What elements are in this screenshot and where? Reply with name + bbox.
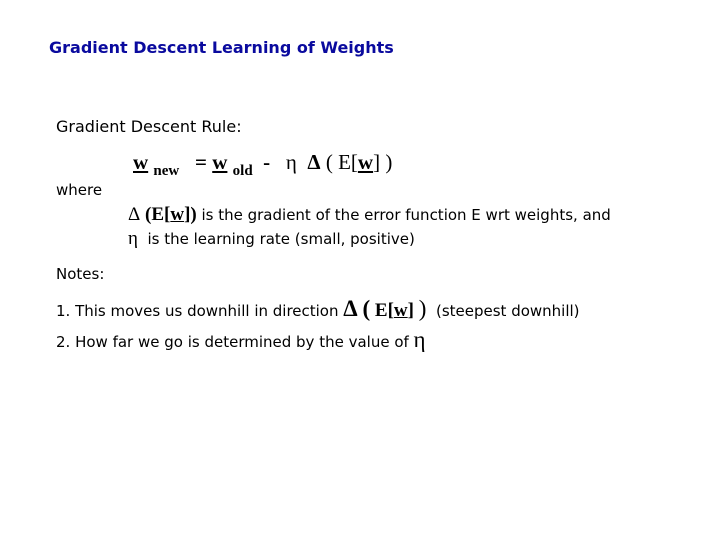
delta-symbol: Δ: [307, 150, 321, 174]
error-function-close: ]: [407, 300, 414, 321]
definition-text: is the gradient of the error function E …: [196, 206, 611, 224]
eta-symbol: η: [128, 228, 138, 249]
w-new-variable: w: [133, 150, 149, 174]
w-inner-variable: w: [357, 150, 374, 174]
where-label: where: [56, 181, 103, 199]
note-suffix: (steepest downhill): [426, 302, 580, 320]
expr-close: ]): [184, 204, 197, 225]
equals-sign: =: [195, 150, 207, 174]
w-old-subscript: old: [232, 163, 253, 179]
eta-symbol: η: [285, 150, 297, 174]
eta-symbol: η: [413, 327, 426, 352]
error-function-open: E[: [338, 150, 358, 174]
rule-heading: Gradient Descent Rule:: [56, 117, 242, 136]
error-function-open: E[: [374, 300, 394, 321]
open-paren: (: [362, 296, 371, 321]
definition-text: is the learning rate (small, positive): [137, 230, 415, 248]
notes-label: Notes:: [56, 265, 105, 283]
w-variable: w: [170, 204, 185, 225]
definition-learning-rate: η is the learning rate (small, positive): [128, 228, 415, 250]
note-text: 2. How far we go is determined by the va…: [56, 333, 414, 351]
delta-symbol: Δ: [343, 296, 358, 321]
definition-gradient: Δ (E[w]) is the gradient of the error fu…: [128, 204, 611, 226]
w-old-variable: w: [212, 150, 228, 174]
note-item-1: 1. This moves us downhill in direction Δ…: [56, 296, 580, 322]
open-paren: (: [325, 150, 333, 174]
delta-symbol: Δ: [128, 204, 141, 225]
w-new-subscript: new: [153, 163, 180, 179]
note-item-2: 2. How far we go is determined by the va…: [56, 327, 426, 353]
gradient-descent-equation: w new = w old - η Δ ( E[w] ): [133, 150, 393, 179]
page-title: Gradient Descent Learning of Weights: [49, 38, 394, 57]
error-function-close: ]: [373, 150, 381, 174]
close-paren: ): [385, 150, 393, 174]
expr-open: (E[: [145, 204, 171, 225]
w-variable: w: [393, 300, 408, 321]
note-text: 1. This moves us downhill in direction: [56, 302, 344, 320]
minus-sign: -: [263, 150, 271, 174]
